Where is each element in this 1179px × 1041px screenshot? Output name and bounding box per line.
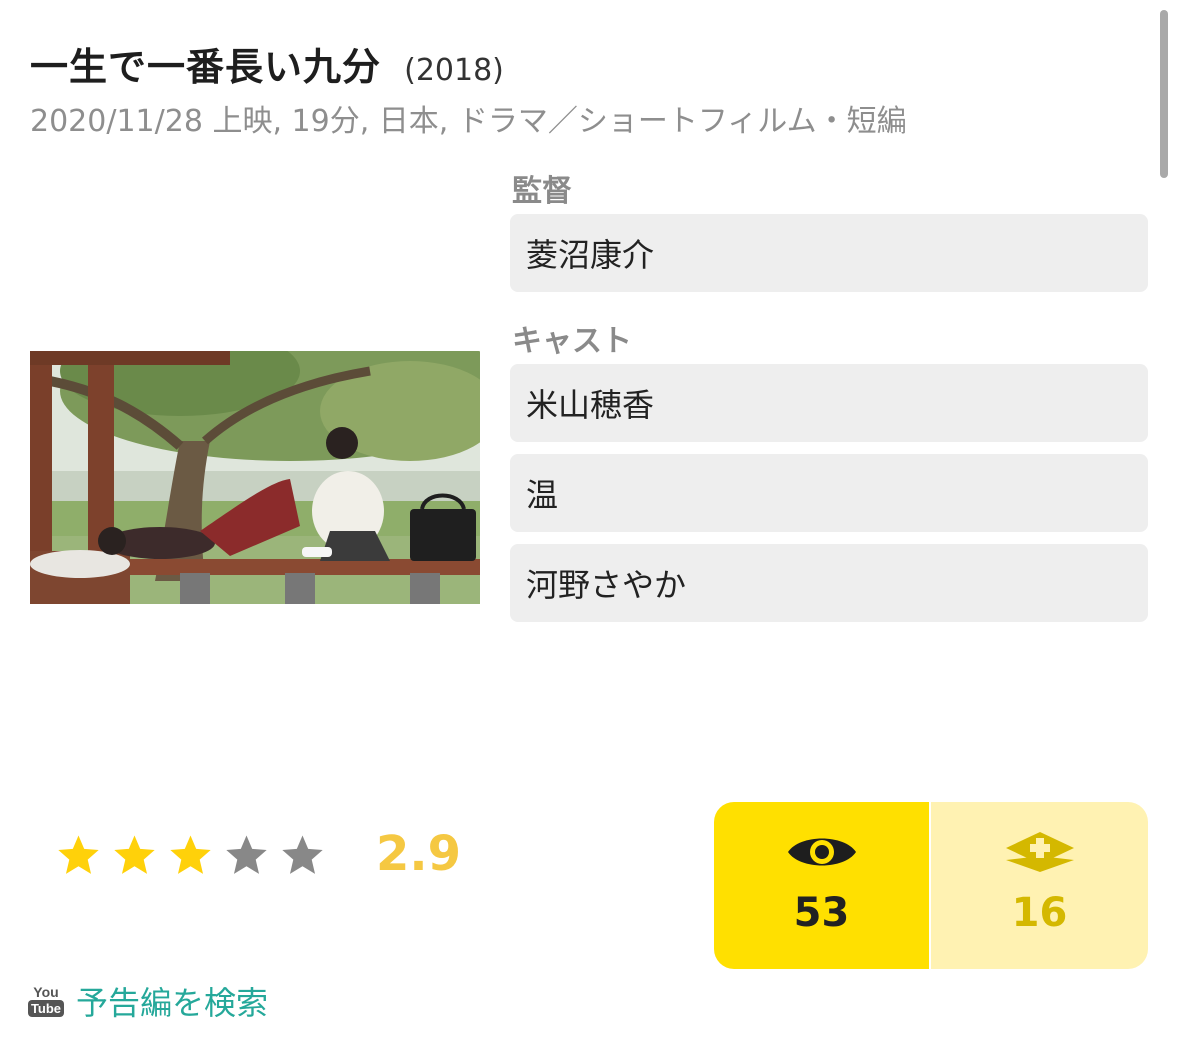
cast-chip[interactable]: 温 xyxy=(510,454,1148,532)
movie-detail-page: 一生で一番長い九分 (2018) 2020/11/28 上映, 19分, 日本,… xyxy=(0,0,1179,1041)
cast-label: キャスト xyxy=(512,324,632,359)
movie-still-image[interactable] xyxy=(30,351,480,604)
clip-count: 16 xyxy=(1011,890,1068,936)
director-label: 監督 xyxy=(512,174,572,209)
cast-chip[interactable]: 米山穂香 xyxy=(510,364,1148,442)
movie-title: 一生で一番長い九分 xyxy=(30,45,382,89)
rating-stars xyxy=(54,832,327,879)
cast-chip[interactable]: 河野さやか xyxy=(510,544,1148,622)
star-icon xyxy=(170,835,211,874)
trailer-search-label: 予告編を検索 xyxy=(76,984,269,1022)
star-icon xyxy=(114,835,155,874)
mark-seen-button[interactable]: 53 xyxy=(714,802,931,969)
clip-button[interactable]: 16 xyxy=(931,802,1148,969)
eye-icon xyxy=(787,838,856,866)
movie-year: (2018) xyxy=(404,53,504,88)
star-icon xyxy=(226,835,267,874)
director-chip[interactable]: 菱沼康介 xyxy=(510,214,1148,292)
still-scene-graphic xyxy=(30,351,480,604)
clip-add-icon xyxy=(1005,832,1074,872)
youtube-icon: You Tube xyxy=(27,982,65,1020)
trailer-search-link[interactable]: You Tube 予告編を検索 xyxy=(27,978,269,1024)
movie-meta: 2020/11/28 上映, 19分, 日本, ドラマ／ショートフィルム・短編 xyxy=(30,104,907,139)
seen-count: 53 xyxy=(793,890,850,936)
title-row: 一生で一番長い九分 (2018) xyxy=(30,36,504,91)
scrollbar[interactable] xyxy=(1160,10,1168,178)
rating-score: 2.9 xyxy=(376,826,462,882)
star-icon xyxy=(58,835,99,874)
counter-box: 53 16 xyxy=(714,802,1148,969)
star-icon xyxy=(282,835,323,874)
